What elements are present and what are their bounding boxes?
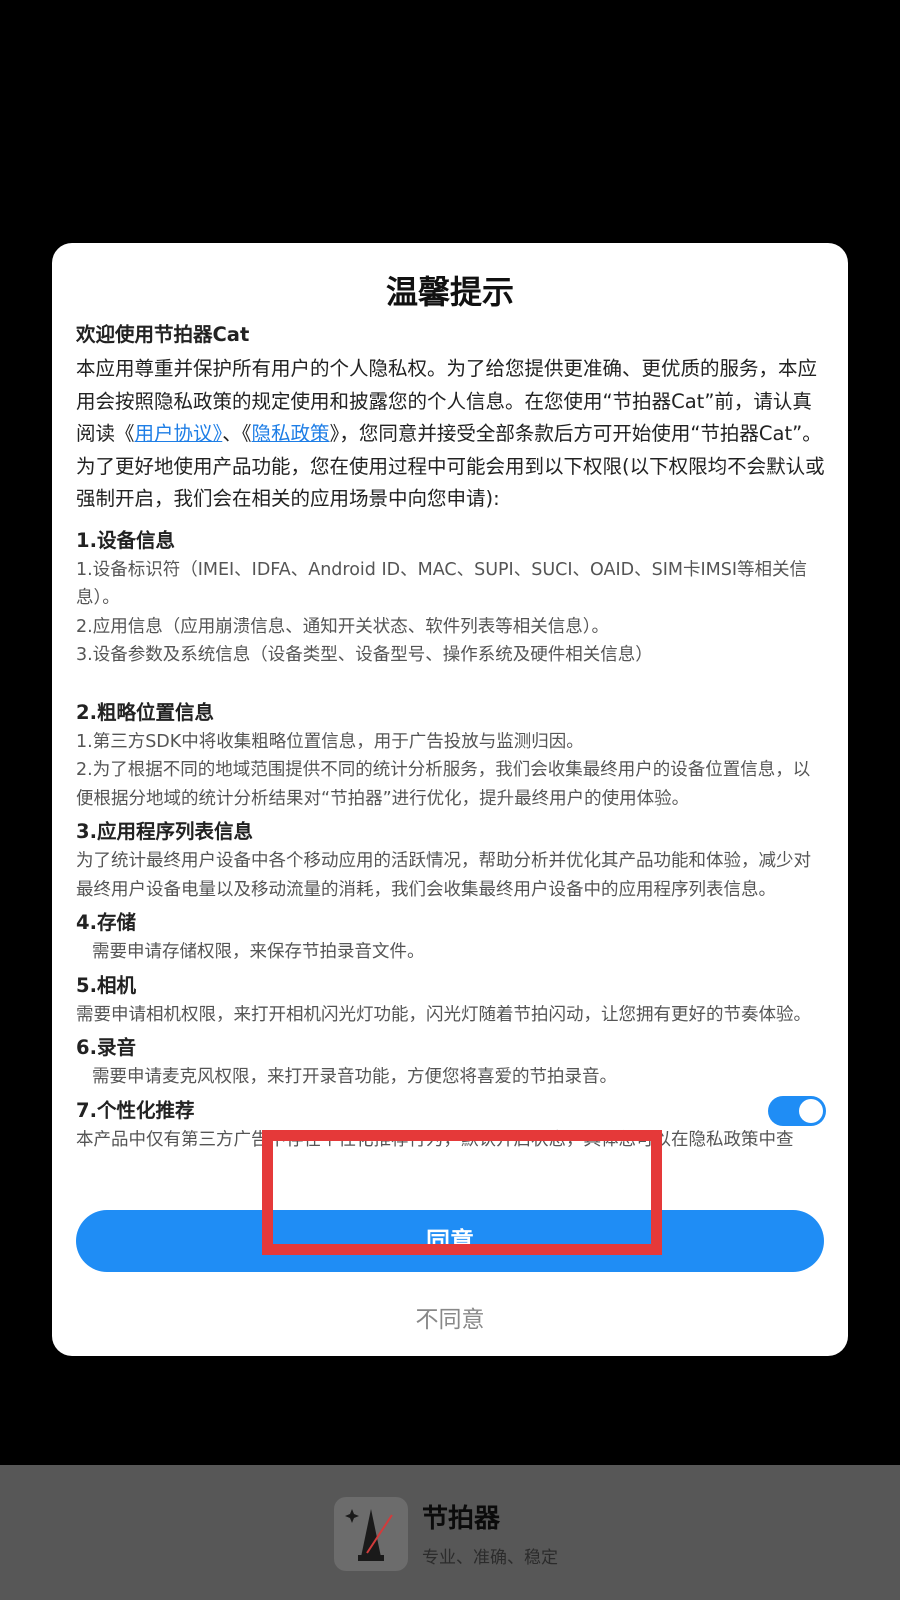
- intro-paragraph-1: 本应用尊重并保护所有用户的个人隐私权。为了给您提供更准确、更优质的服务，本应用会…: [76, 353, 826, 451]
- section-title: 2.粗略位置信息: [76, 700, 214, 724]
- intro-paragraph-2: 为了更好地使用产品功能，您在使用过程中可能会用到以下权限(以下权限均不会默认或强…: [76, 454, 825, 511]
- intro-text-b: 、《: [222, 422, 252, 445]
- section-line: 需要申请相机权限，来打开相机闪光灯功能，闪光灯随着节拍闪动，让您拥有更好的节奏体…: [76, 1004, 811, 1025]
- bottom-bar: 节拍器 专业、准确、稳定: [0, 1465, 900, 1600]
- section-line: 需要申请麦克风权限，来打开录音功能，方便您将喜爱的节拍录音。: [92, 1067, 617, 1087]
- section-line: 需要申请存储权限，来保存节拍录音文件。: [92, 942, 425, 962]
- section-line: 3.设备参数及系统信息（设备类型、设备型号、操作系统及硬件相关信息）: [76, 645, 653, 665]
- section-line: 2.应用信息（应用崩溃信息、通知开关状态、软件列表等相关信息）。: [76, 616, 609, 637]
- section-recording: 6.录音 需要申请麦克风权限，来打开录音功能，方便您将喜爱的节拍录音。: [76, 1033, 826, 1092]
- section-line: 为了统计最终用户设备中各个移动应用的活跃情况，帮助分析并优化其产品功能和体验，减…: [76, 851, 811, 900]
- section-line: 2.为了根据不同的地域范围提供不同的统计分析服务，我们会收集最终用户的设备位置信…: [76, 760, 811, 809]
- section-title: 1.设备信息: [76, 528, 175, 552]
- section-app-list: 3.应用程序列表信息 为了统计最终用户设备中各个移动应用的活跃情况，帮助分析并优…: [76, 817, 826, 904]
- section-location: 2.粗略位置信息 1.第三方SDK中将收集粗略位置信息，用于广告投放与监测归因。…: [76, 698, 826, 814]
- app-slogan: 专业、准确、稳定: [422, 1548, 558, 1568]
- intro-heading: 欢迎使用节拍器Cat: [76, 323, 250, 346]
- privacy-policy-link[interactable]: 隐私政策: [252, 422, 330, 445]
- intro-text-c: 》，您同意并接受全部条款后方可开始使用“节拍器Cat”。: [329, 422, 822, 445]
- section-storage: 4.存储 需要申请存储权限，来保存节拍录音文件。: [76, 908, 826, 967]
- section-device-info: 1.设备信息 1.设备标识符（IMEI、IDFA、Android ID、MAC、…: [76, 526, 826, 670]
- section-title: 4.存储: [76, 911, 136, 934]
- section-title: 6.录音: [76, 1036, 136, 1059]
- app-name: 节拍器: [422, 1504, 501, 1534]
- personalized-recommendation-toggle[interactable]: [768, 1095, 826, 1126]
- section-title: 5.相机: [76, 973, 136, 997]
- section-title: 3.应用程序列表信息: [76, 820, 253, 843]
- highlight-box: [262, 1130, 662, 1255]
- user-agreement-link[interactable]: 用户协议》: [135, 422, 223, 445]
- disagree-button[interactable]: 不同意: [52, 1300, 848, 1334]
- section-line: 1.设备标识符（IMEI、IDFA、Android ID、MAC、SUPI、SU…: [76, 559, 807, 609]
- metronome-icon: [334, 1497, 408, 1571]
- section-camera: 5.相机 需要申请相机权限，来打开相机闪光灯功能，闪光灯随着节拍闪动，让您拥有更…: [76, 971, 826, 1030]
- section-title: 7.个性化推荐: [76, 1098, 195, 1122]
- dialog-content[interactable]: 欢迎使用节拍器Cat 本应用尊重并保护所有用户的个人隐私权。为了给您提供更准确、…: [76, 313, 826, 1188]
- section-line: 1.第三方SDK中将收集粗略位置信息，用于广告投放与监测归因。: [76, 731, 584, 752]
- dialog-title: 温馨提示: [385, 273, 514, 311]
- toggle-knob: [799, 1098, 823, 1123]
